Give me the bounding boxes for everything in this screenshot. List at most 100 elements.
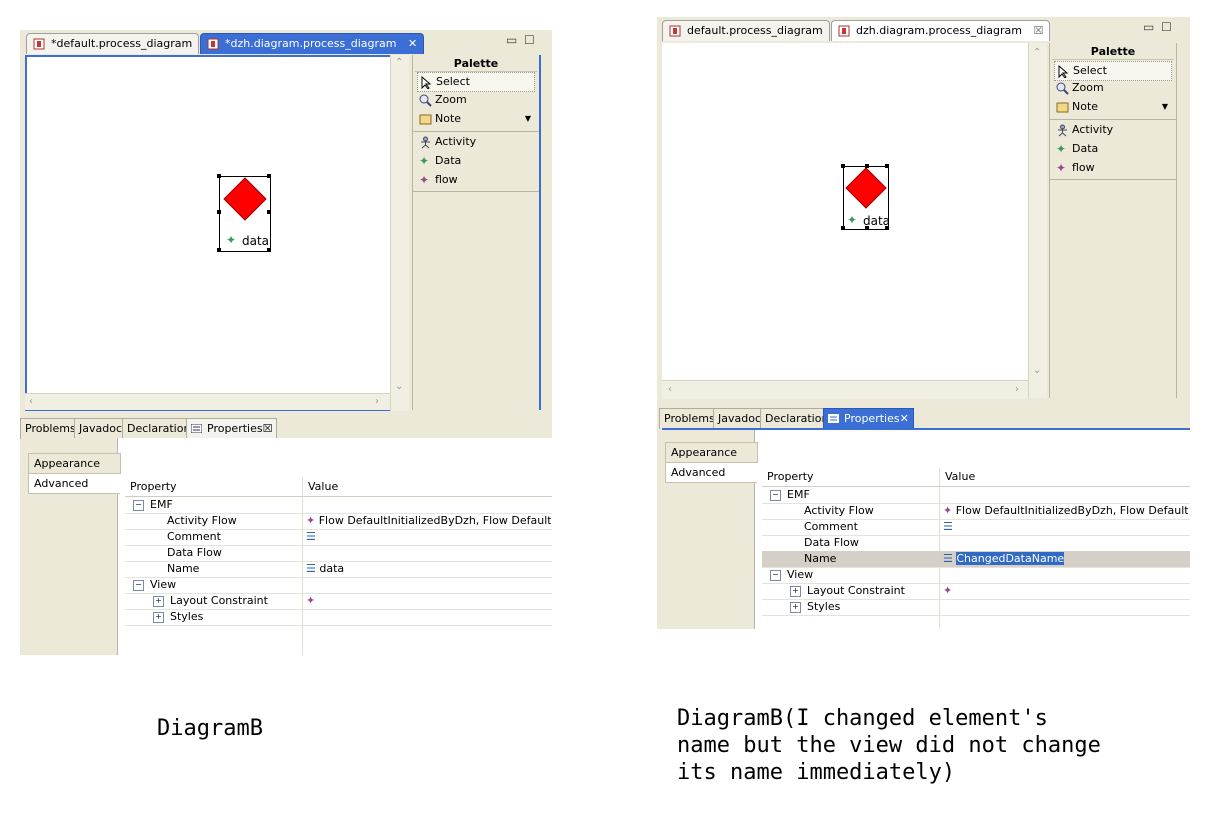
maximize-icon[interactable]: ☐ bbox=[1161, 21, 1173, 33]
red-diamond-shape bbox=[223, 177, 267, 221]
property-value[interactable]: ☰ data bbox=[306, 561, 551, 577]
property-label: Name bbox=[804, 551, 836, 567]
palette: Palette Select Zoom Note ▼ Activity ✦ Da… bbox=[1049, 43, 1177, 398]
property-row[interactable]: + Layout Constraint ✦ bbox=[125, 593, 552, 610]
minimize-icon[interactable]: ▭ bbox=[1143, 21, 1155, 33]
property-row[interactable]: − View bbox=[762, 567, 1190, 584]
property-row[interactable]: Data Flow bbox=[762, 535, 1190, 552]
side-tab-appearance[interactable]: Appearance bbox=[28, 453, 121, 474]
tab-default-process-diagram[interactable]: *default.process_diagram bbox=[26, 33, 200, 54]
tab-default-process-diagram[interactable]: default.process_diagram bbox=[662, 20, 830, 41]
property-value[interactable]: ☰ bbox=[943, 519, 1188, 535]
property-row[interactable]: + Styles bbox=[125, 609, 552, 626]
property-value[interactable]: ☰ ChangedDataName bbox=[943, 551, 1188, 567]
grid-header: Property Value bbox=[762, 468, 1190, 487]
palette-flow[interactable]: ✦ flow bbox=[1054, 159, 1172, 177]
property-label: Activity Flow bbox=[167, 513, 237, 529]
tab-dzh-diagram[interactable]: *dzh.diagram.process_diagram ✕ bbox=[200, 33, 425, 54]
tab-problems[interactable]: Problems bbox=[659, 408, 720, 429]
property-row[interactable]: Activity Flow ✦ Flow DefaultInitializedBy… bbox=[125, 513, 552, 530]
side-tab-advanced[interactable]: Advanced bbox=[28, 473, 120, 494]
properties-icon bbox=[191, 424, 202, 433]
palette-activity[interactable]: Activity bbox=[417, 133, 535, 151]
arrow-cursor-icon bbox=[421, 76, 432, 89]
tab-javadoc[interactable]: Javadoc bbox=[713, 408, 766, 429]
tab-properties[interactable]: Properties☒ bbox=[186, 418, 278, 439]
chevron-down-icon[interactable]: ▼ bbox=[1162, 98, 1168, 116]
collapse-icon[interactable]: − bbox=[133, 579, 144, 591]
property-row[interactable]: Comment ☰ bbox=[762, 519, 1190, 536]
note-icon bbox=[419, 114, 432, 125]
palette-zoom[interactable]: Zoom bbox=[1054, 79, 1172, 97]
name-edit-field[interactable]: ChangedDataName bbox=[956, 552, 1065, 565]
side-tab-appearance[interactable]: Appearance bbox=[665, 442, 758, 463]
property-row[interactable]: − EMF bbox=[762, 487, 1190, 504]
diagram-canvas[interactable]: ✦ data bbox=[25, 55, 392, 411]
left-screenshot: *default.process_diagram *dzh.diagram.pr… bbox=[20, 30, 552, 655]
diagram-file-icon bbox=[207, 38, 219, 50]
palette-select[interactable]: Select bbox=[417, 72, 535, 92]
zoom-icon bbox=[419, 94, 432, 107]
property-row[interactable]: + Styles bbox=[762, 599, 1190, 616]
property-row[interactable]: Comment ☰ bbox=[125, 529, 552, 546]
close-icon[interactable]: ✕ bbox=[900, 412, 909, 425]
property-value[interactable]: ✦ bbox=[306, 593, 551, 609]
property-row[interactable]: Data Flow bbox=[125, 545, 552, 562]
data-node[interactable]: ✦ data bbox=[841, 164, 890, 230]
palette-data[interactable]: ✦ Data bbox=[1054, 140, 1172, 158]
tab-declaration[interactable]: Declaration bbox=[122, 418, 196, 439]
palette-activity[interactable]: Activity bbox=[1054, 121, 1172, 139]
property-row[interactable]: − View bbox=[125, 577, 552, 594]
tab-problems[interactable]: Problems bbox=[20, 418, 81, 439]
property-value[interactable]: ☰ bbox=[306, 529, 551, 545]
diagram-canvas[interactable]: ✦ data bbox=[662, 43, 1028, 393]
property-value[interactable]: ✦ Flow DefaultInitializedByDzh, Flow Def… bbox=[306, 513, 551, 529]
property-row[interactable]: + Layout Constraint ✦ bbox=[762, 583, 1190, 600]
data-node[interactable]: ✦ data bbox=[217, 174, 271, 252]
close-icon[interactable]: ☒ bbox=[1033, 24, 1043, 37]
flow-icon: ✦ bbox=[943, 504, 956, 517]
activity-icon bbox=[421, 136, 430, 149]
property-row[interactable]: − EMF bbox=[125, 497, 552, 514]
palette-title[interactable]: Palette bbox=[1052, 45, 1174, 60]
close-icon[interactable]: ☒ bbox=[263, 422, 273, 435]
maximize-icon[interactable]: ☐ bbox=[524, 34, 536, 46]
vertical-scrollbar[interactable]: ⌃ ⌄ bbox=[1028, 43, 1047, 398]
data-icon: ✦ bbox=[226, 233, 237, 247]
property-row[interactable]: Name ☰ ChangedDataName bbox=[762, 551, 1190, 568]
property-value[interactable]: ✦ Flow DefaultInitializedByDzh, Flow Def… bbox=[943, 503, 1188, 519]
palette-flow[interactable]: ✦ flow bbox=[417, 171, 535, 189]
expand-icon[interactable]: + bbox=[790, 585, 801, 597]
palette-title[interactable]: Palette bbox=[415, 57, 537, 72]
property-label-text: Styles bbox=[170, 610, 204, 623]
palette-select[interactable]: Select bbox=[1054, 61, 1172, 81]
header-value: Value bbox=[308, 480, 339, 493]
expand-icon[interactable]: + bbox=[790, 601, 801, 613]
property-row[interactable]: Name ☰ data bbox=[125, 561, 552, 578]
expand-icon[interactable]: + bbox=[153, 611, 164, 623]
tab-dzh-diagram[interactable]: dzh.diagram.process_diagram ☒ bbox=[831, 20, 1051, 41]
palette-zoom[interactable]: Zoom bbox=[417, 91, 535, 109]
minimize-icon[interactable]: ▭ bbox=[506, 34, 518, 46]
palette-data[interactable]: ✦ Data bbox=[417, 152, 535, 170]
property-value[interactable]: ✦ bbox=[943, 583, 1188, 599]
horizontal-scrollbar[interactable]: ‹ › bbox=[25, 393, 390, 410]
horizontal-scrollbar[interactable]: ‹ › bbox=[662, 380, 1028, 399]
collapse-icon[interactable]: − bbox=[770, 569, 781, 581]
collapse-icon[interactable]: − bbox=[133, 499, 144, 511]
side-tab-advanced[interactable]: Advanced bbox=[665, 462, 757, 483]
property-label: − EMF bbox=[133, 497, 173, 513]
property-label: Name bbox=[167, 561, 199, 577]
palette-note[interactable]: Note ▼ bbox=[1054, 98, 1172, 116]
expand-icon[interactable]: + bbox=[153, 595, 164, 607]
property-label: Data Flow bbox=[167, 545, 222, 561]
palette-note[interactable]: Note ▼ bbox=[417, 110, 535, 128]
chevron-down-icon[interactable]: ▼ bbox=[525, 110, 531, 128]
collapse-icon[interactable]: − bbox=[770, 489, 781, 501]
property-label: + Layout Constraint bbox=[790, 583, 905, 599]
tab-properties[interactable]: Properties✕ bbox=[823, 408, 914, 429]
tab-javadoc[interactable]: Javadoc bbox=[74, 418, 127, 439]
close-icon[interactable]: ✕ bbox=[408, 37, 417, 50]
vertical-scrollbar[interactable]: ⌃ ⌄ bbox=[390, 55, 409, 411]
property-row[interactable]: Activity Flow ✦ Flow DefaultInitializedBy… bbox=[762, 503, 1190, 520]
